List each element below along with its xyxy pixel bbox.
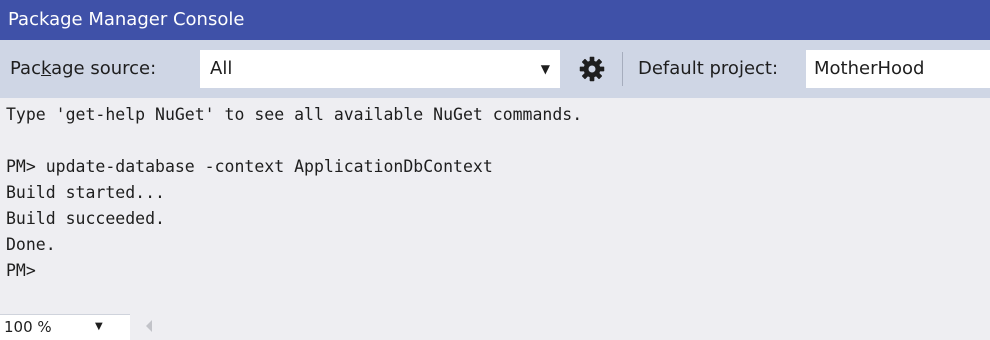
window-title: Package Manager Console: [0, 0, 990, 40]
package-manager-console-window: Package Manager Console Package source: …: [0, 0, 990, 340]
package-source-dropdown[interactable]: All ▼: [200, 50, 560, 88]
toolbar-separator: [622, 52, 623, 86]
console-prompt-line[interactable]: PM>: [6, 258, 990, 284]
dropdown-arrow-icon[interactable]: ▼: [541, 50, 550, 88]
console-line: Build started...: [6, 183, 165, 202]
scroll-left-arrow-icon[interactable]: [146, 320, 152, 332]
zoom-value: 100 %: [4, 318, 52, 336]
console-line: Done.: [6, 235, 56, 254]
default-project-label-part: ect:: [743, 58, 779, 79]
console-line: PM> update-database -context Application…: [6, 157, 493, 176]
package-source-label-accelerator: k: [40, 58, 52, 79]
console-line: Build succeeded.: [6, 209, 165, 228]
console-output[interactable]: Type 'get-help NuGet' to see all availab…: [0, 98, 990, 314]
console-toolbar: Package source: All ▼ Default project: M…: [0, 40, 990, 98]
package-source-value: All: [210, 58, 233, 79]
default-project-value: MotherHood: [814, 58, 925, 79]
console-line: Type 'get-help NuGet' to see all availab…: [6, 105, 583, 124]
status-bar: 100 % ▼: [0, 314, 990, 340]
default-project-dropdown[interactable]: MotherHood: [806, 50, 990, 88]
chevron-down-icon[interactable]: ▼: [95, 315, 103, 339]
package-source-label-part: Pac: [10, 58, 41, 79]
package-source-label: Package source:: [10, 40, 156, 98]
default-project-label-part: Default pro: [638, 58, 739, 79]
default-project-label: Default project:: [638, 40, 778, 98]
gear-icon[interactable]: [578, 55, 606, 83]
package-source-label-part: age source:: [51, 58, 157, 79]
zoom-dropdown[interactable]: 100 % ▼: [0, 314, 130, 340]
